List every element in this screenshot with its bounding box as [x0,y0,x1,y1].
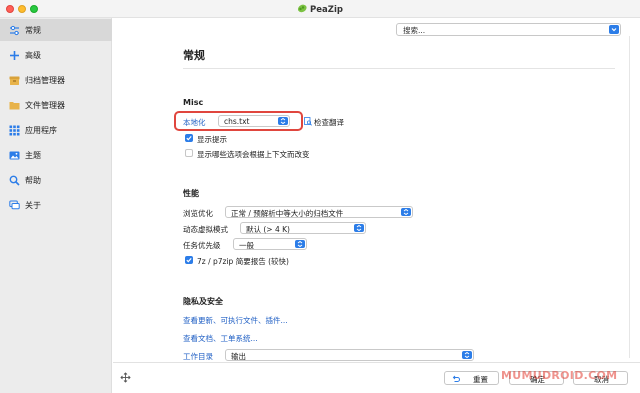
browse-optimization-value: 正常 / 预解析中等大小的归档文件 [231,209,344,218]
checkmark-icon [186,135,192,141]
search-dropdown-button[interactable] [609,25,619,34]
sidebar-item-label: 帮助 [25,176,41,185]
localization-select[interactable]: chs.txt [218,115,290,127]
sidebar-item-label: 高级 [25,51,41,60]
workdir-select[interactable]: 输出 [225,349,474,361]
brief-report-checkbox[interactable] [185,256,193,264]
search-value: 搜索... [403,26,426,35]
localization-label: 本地化 [183,118,206,127]
chevron-down-icon [611,28,617,32]
virtual-mode-select[interactable]: 默认 (> 4 K) [240,222,366,234]
virtual-mode-dropdown-button[interactable] [354,224,364,232]
page-title: 常规 [183,49,205,62]
localization-value: chs.txt [224,117,250,126]
chat-icon [9,200,20,210]
sidebar-item-file-manager[interactable]: 文件管理器 [0,94,112,116]
context-options-label: 显示哪些选项会根据上下文而改变 [197,150,310,159]
task-priority-value: 一般 [239,241,254,250]
context-options-checkbox[interactable] [185,149,193,157]
virtual-mode-value: 默认 (> 4 K) [246,225,290,234]
folder-icon [9,102,20,110]
document-search-icon [304,117,312,126]
archive-icon [9,76,20,85]
task-priority-dropdown-button[interactable] [295,240,305,248]
image-icon [9,151,20,160]
sidebar-item-label: 归档管理器 [25,76,65,85]
localization-dropdown-button[interactable] [278,117,288,125]
apps-grid-icon [9,125,20,136]
window-title: PeaZip [0,3,640,15]
check-updates-link[interactable]: 查看更新、可执行文件、插件... [183,315,288,326]
sidebar-item-label: 关于 [25,201,41,210]
resize-arrows-icon[interactable] [120,372,131,383]
workdir-label: 工作目录 [183,352,213,361]
sidebar-item-advanced[interactable]: 高级 [0,44,112,66]
reset-button[interactable]: 重置 [444,371,499,385]
sidebar-item-theme[interactable]: 主题 [0,144,112,166]
sidebar-item-archive-manager[interactable]: 归档管理器 [0,69,112,91]
peazip-logo-icon [298,4,307,13]
reset-button-label: 重置 [473,375,488,384]
sidebar-item-label: 应用程序 [25,126,57,135]
updown-chevron-icon [297,240,303,248]
virtual-mode-label: 动态虚拟模式 [183,225,228,234]
show-tips-label: 显示提示 [197,135,227,144]
section-privacy-heading: 隐私及安全 [183,297,223,306]
sliders-icon [10,25,19,36]
updown-chevron-icon [403,208,409,216]
settings-panel [113,36,629,362]
updown-chevron-icon [464,351,470,359]
browse-optimization-label: 浏览优化 [183,209,213,218]
search-icon [9,175,20,186]
workdir-value: 输出 [231,352,246,361]
undo-icon [452,375,460,382]
sidebar-item-general[interactable]: 常规 [0,19,112,41]
sidebar-item-applications[interactable]: 应用程序 [0,119,112,141]
title-divider [183,68,615,69]
plus-icon [10,51,19,60]
task-priority-select[interactable]: 一般 [233,238,307,250]
sidebar: 常规 高级 归档管理器 文件管理器 应用程序 主题 帮助 关于 [0,18,112,393]
updown-chevron-icon [280,117,286,125]
scrollbar-track[interactable] [629,36,630,358]
section-performance-heading: 性能 [183,189,199,198]
sidebar-item-help[interactable]: 帮助 [0,169,112,191]
sidebar-item-label: 文件管理器 [25,101,65,110]
browse-optimization-select[interactable]: 正常 / 预解析中等大小的归档文件 [225,206,413,218]
updown-chevron-icon [356,224,362,232]
task-priority-label: 任务优先级 [183,241,221,250]
checkmark-icon [186,257,192,263]
footer-divider [113,362,640,363]
window-title-text: PeaZip [310,5,343,15]
title-bar: PeaZip [0,0,640,18]
sidebar-item-label: 常规 [25,26,41,35]
workdir-dropdown-button[interactable] [462,351,472,359]
watermark: MUMUDROID.COM [501,369,618,382]
check-translation-link[interactable]: 检查翻译 [314,117,344,128]
sidebar-item-about[interactable]: 关于 [0,194,112,216]
brief-report-label: 7z / p7zip 简要报告 (较快) [197,257,289,266]
search-select[interactable]: 搜索... [396,23,621,36]
check-docs-link[interactable]: 查看文档、工单系统... [183,333,258,344]
browse-optimization-dropdown-button[interactable] [401,208,411,216]
section-misc-heading: Misc [183,98,204,107]
show-tips-checkbox[interactable] [185,134,193,142]
sidebar-item-label: 主题 [25,151,41,160]
